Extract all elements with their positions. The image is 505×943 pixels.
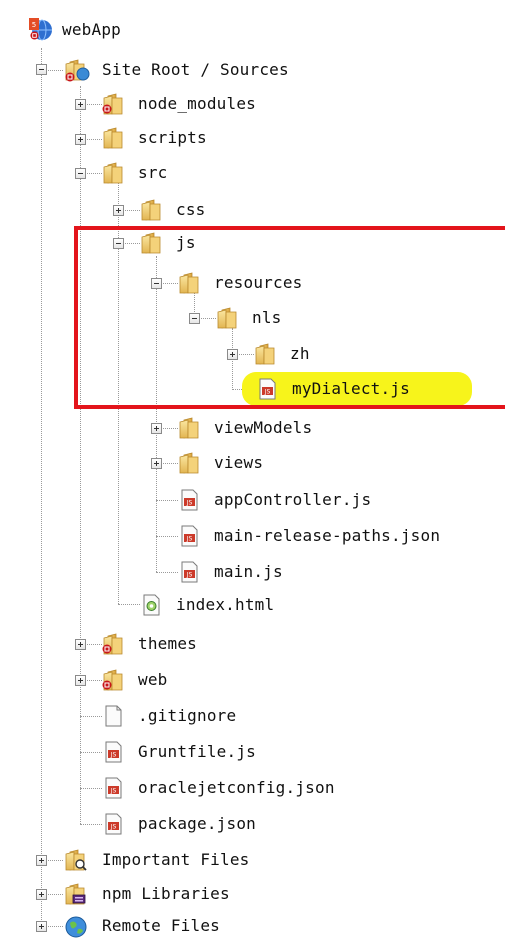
library-folder-icon [102, 633, 124, 655]
expand-toggle[interactable] [75, 639, 86, 650]
expand-toggle[interactable] [36, 889, 47, 900]
node-label: web [138, 670, 168, 689]
node-label: node_modules [138, 94, 256, 113]
tree-guide-line [156, 500, 178, 501]
folder-icon [178, 417, 200, 439]
node-label: appController.js [214, 490, 372, 509]
web-folder-icon [64, 59, 90, 82]
tree-node-main-release-paths-json[interactable]: main-release-paths.json [178, 520, 440, 552]
node-label: main-release-paths.json [214, 526, 441, 545]
expand-toggle[interactable] [75, 675, 86, 686]
annotation-highlight-box [74, 226, 505, 409]
tree-node-css[interactable]: css [140, 194, 206, 226]
node-label: .gitignore [138, 706, 237, 725]
expand-toggle[interactable] [75, 134, 86, 145]
tree-node-package-json[interactable]: package.json [102, 808, 256, 840]
tree-node-index-html[interactable]: index.html [140, 589, 274, 621]
node-label: Remote Files [102, 916, 220, 935]
folder-icon [140, 199, 162, 221]
tree-node-main-js[interactable]: main.js [178, 556, 283, 588]
node-label: scripts [138, 128, 207, 147]
js-file-icon [102, 741, 124, 763]
npm-libraries-icon [64, 883, 86, 905]
node-label: main.js [214, 562, 283, 581]
node-label: themes [138, 634, 197, 653]
js-file-icon [102, 813, 124, 835]
expand-toggle[interactable] [75, 99, 86, 110]
tree-node-themes[interactable]: themes [102, 628, 197, 660]
tree-node-oraclejetconfig-json[interactable]: oraclejetconfig.json [102, 772, 335, 804]
expand-toggle[interactable] [36, 921, 47, 932]
tree-node-important-files[interactable]: Important Files [64, 844, 250, 876]
expand-toggle[interactable] [36, 855, 47, 866]
node-label: Site Root / Sources [102, 60, 289, 79]
file-icon [102, 705, 124, 727]
node-label: webApp [62, 20, 121, 39]
tree-node-node-modules[interactable]: node_modules [102, 88, 256, 120]
tree-node-scripts[interactable]: scripts [102, 122, 207, 154]
collapse-toggle[interactable] [75, 168, 86, 179]
html-file-icon [140, 594, 162, 616]
tree-guide-line [80, 752, 102, 753]
tree-guide-line [41, 48, 42, 926]
folder-icon [178, 452, 200, 474]
node-label: npm Libraries [102, 884, 230, 903]
tree-guide-line [80, 788, 102, 789]
tree-node-gitignore[interactable]: .gitignore [102, 700, 236, 732]
node-label: oraclejetconfig.json [138, 778, 335, 797]
node-label: package.json [138, 814, 256, 833]
library-folder-icon [102, 669, 124, 691]
js-file-icon [102, 777, 124, 799]
library-folder-icon [102, 93, 124, 115]
js-file-icon [178, 561, 200, 583]
js-file-icon [178, 489, 200, 511]
node-label: index.html [176, 595, 275, 614]
tree-node-appcontroller-js[interactable]: appController.js [178, 484, 371, 516]
tree-node-site-root[interactable]: Site Root / Sources [64, 54, 289, 86]
project-tree: 5 webApp Site Root / Sources node_module… [0, 0, 505, 942]
node-label: views [214, 453, 264, 472]
tree-guide-line [80, 86, 81, 824]
tree-node-webapp[interactable]: 5 webApp [28, 14, 121, 46]
tree-node-viewmodels[interactable]: viewModels [178, 412, 312, 444]
svg-text:5: 5 [32, 21, 36, 29]
tree-node-remote-files[interactable]: Remote Files [64, 910, 220, 942]
important-files-icon [64, 849, 87, 871]
node-label: css [176, 200, 206, 219]
html5-project-icon: 5 [28, 17, 54, 43]
collapse-toggle[interactable] [36, 64, 47, 75]
node-label: src [138, 163, 168, 182]
tree-node-npm-libraries[interactable]: npm Libraries [64, 878, 230, 910]
tree-guide-line [156, 572, 178, 573]
tree-guide-line [80, 824, 102, 825]
node-label: Gruntfile.js [138, 742, 256, 761]
tree-node-web[interactable]: web [102, 664, 168, 696]
tree-node-views[interactable]: views [178, 447, 263, 479]
globe-icon [64, 915, 87, 938]
tree-guide-line [118, 604, 140, 605]
js-file-icon [178, 525, 200, 547]
folder-icon [102, 127, 124, 149]
tree-node-src[interactable]: src [102, 157, 168, 189]
node-label: Important Files [102, 850, 250, 869]
expand-toggle[interactable] [151, 458, 162, 469]
tree-node-gruntfile-js[interactable]: Gruntfile.js [102, 736, 256, 768]
tree-guide-line [80, 716, 102, 717]
expand-toggle[interactable] [113, 205, 124, 216]
node-label: viewModels [214, 418, 313, 437]
folder-icon [102, 162, 124, 184]
expand-toggle[interactable] [151, 423, 162, 434]
tree-guide-line [156, 536, 178, 537]
